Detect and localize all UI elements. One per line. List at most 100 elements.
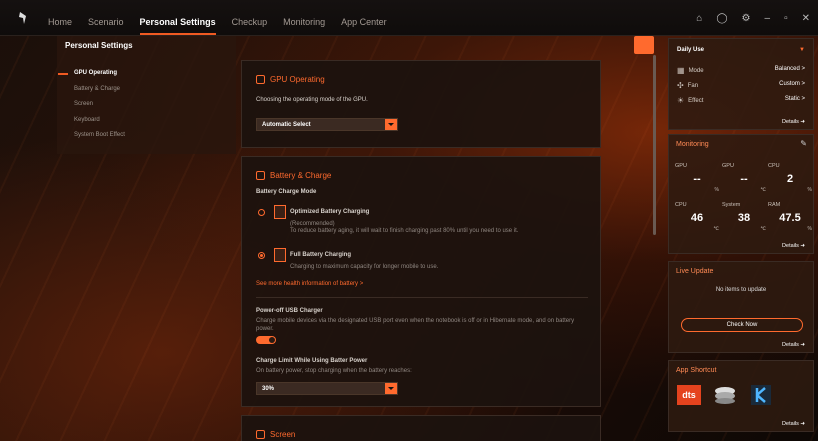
battery-full-icon xyxy=(274,248,286,262)
nav-scenario[interactable]: Scenario xyxy=(88,17,124,27)
battery-section-title: Battery & Charge xyxy=(270,171,332,180)
details-label: Details xyxy=(782,243,799,249)
stat-cpu-temp: CPU 46 ℃ xyxy=(675,202,719,232)
menu-item-battery-charge[interactable]: Battery & Charge xyxy=(74,86,125,102)
live-update-details-link[interactable]: Details ➜ xyxy=(782,342,805,348)
app-shortcut-title: App Shortcut xyxy=(676,367,717,374)
live-update-status: No items to update xyxy=(715,287,767,293)
chevron-down-icon xyxy=(385,119,397,130)
fan-row[interactable]: ✣ Fan Custom > xyxy=(677,81,805,90)
app-shortcut-details-link[interactable]: Details ➜ xyxy=(782,421,805,427)
profile-details-link[interactable]: Details ➜ xyxy=(782,119,805,125)
gpu-icon xyxy=(256,75,265,84)
stat-unit: ℃ xyxy=(713,226,719,232)
nav-checkup[interactable]: Checkup xyxy=(232,17,268,27)
stat-value: -- xyxy=(740,173,748,185)
full-charging-title: Full Battery Charging xyxy=(290,252,352,258)
divider xyxy=(256,297,588,298)
screen-card: Screen xyxy=(241,415,601,441)
stat-value: 46 xyxy=(690,212,704,224)
details-label: Details xyxy=(782,421,799,427)
nav-app-center[interactable]: App Center xyxy=(341,17,387,27)
settings-menu: GPU Operating Battery & Charge Screen Ke… xyxy=(58,70,125,148)
dts-shortcut[interactable]: dts xyxy=(677,385,701,405)
charge-limit-value: 30% xyxy=(262,386,275,392)
sun-icon: ☀ xyxy=(677,96,685,105)
menu-item-system-boot-effect[interactable]: System Boot Effect xyxy=(74,132,125,148)
stat-value: -- xyxy=(693,173,701,185)
app-shortcut-3[interactable] xyxy=(749,385,773,405)
close-icon[interactable]: ✕ xyxy=(802,13,810,24)
check-now-button[interactable]: Check Now xyxy=(681,318,803,332)
battery-icon xyxy=(256,171,265,180)
stat-label: CPU xyxy=(768,163,780,169)
fan-label: Fan xyxy=(687,82,699,89)
chevron-down-icon: ▼ xyxy=(799,47,805,53)
details-label: Details xyxy=(782,119,799,125)
gpu-mode-select[interactable]: Automatic Select xyxy=(256,118,398,131)
stat-label: GPU xyxy=(722,163,734,169)
profile-panel: Daily Use ▼ ▦ Mode Balanced > ✣ Fan Custom… xyxy=(668,38,814,130)
menu-item-screen[interactable]: Screen xyxy=(74,101,125,117)
effect-row[interactable]: ☀ Effect Static > xyxy=(677,96,805,105)
page-title: Personal Settings xyxy=(65,41,133,50)
stat-gpu-usage: GPU --% xyxy=(675,163,719,193)
stat-label: GPU xyxy=(675,163,687,169)
nav-monitoring[interactable]: Monitoring xyxy=(283,17,325,27)
gpu-description: Choosing the operating mode of the GPU. xyxy=(256,97,368,103)
full-charging-radio[interactable] xyxy=(258,252,265,259)
stat-unit: % xyxy=(807,226,812,232)
optimized-charging-recommended: (Recommended) xyxy=(290,221,335,227)
stat-value: 38 xyxy=(737,212,751,224)
stat-unit: ℃ xyxy=(760,226,766,232)
scrollbar[interactable] xyxy=(653,55,656,235)
battery-optimized-icon xyxy=(274,205,286,219)
stat-unit: ℃ xyxy=(760,187,766,193)
stat-label: System xyxy=(722,202,741,208)
gpu-operating-card: GPU Operating Choosing the operating mod… xyxy=(241,60,601,148)
stat-system-temp: System 38 ℃ xyxy=(722,202,766,232)
optimized-charging-radio[interactable] xyxy=(258,209,265,216)
nav-personal-settings[interactable]: Personal Settings xyxy=(139,17,216,35)
screen-icon xyxy=(256,430,265,439)
minimize-icon[interactable]: – xyxy=(765,13,771,24)
stat-label: CPU xyxy=(675,202,687,208)
usb-charger-desc: Charge mobile devices via the designated… xyxy=(256,318,575,332)
effect-label: Effect xyxy=(688,97,704,104)
stat-value: 47.5 xyxy=(779,212,801,224)
panel-collapse-button[interactable] xyxy=(634,36,654,54)
mode-row[interactable]: ▦ Mode Balanced > xyxy=(677,66,805,75)
app-shortcut-2[interactable] xyxy=(713,385,737,405)
headset-icon[interactable]: ◯ xyxy=(716,13,727,24)
maximize-icon[interactable]: ▫ xyxy=(784,13,788,24)
menu-item-gpu-operating[interactable]: GPU Operating xyxy=(58,70,125,86)
profile-select[interactable]: Daily Use ▼ xyxy=(677,47,805,53)
menu-item-keyboard[interactable]: Keyboard xyxy=(74,117,125,133)
charge-limit-title: Charge Limit While Using Batter Power xyxy=(256,358,368,364)
usb-charger-title: Power-off USB Charger xyxy=(256,308,323,314)
nav-home[interactable]: Home xyxy=(48,17,72,27)
monitoring-details-link[interactable]: Details ➜ xyxy=(782,243,805,249)
predator-logo-icon xyxy=(19,12,26,24)
gpu-section-header: GPU Operating xyxy=(256,75,325,84)
fan-value: Custom > xyxy=(779,81,805,87)
optimized-charging-title: Optimized Battery Charging xyxy=(290,209,370,215)
chevron-down-icon xyxy=(385,383,397,394)
charge-limit-select[interactable]: 30% xyxy=(256,382,398,395)
battery-health-link[interactable]: See more health information of battery > xyxy=(256,281,363,287)
profile-icon[interactable]: ⌂ xyxy=(696,13,702,24)
main-nav: Home Scenario Personal Settings Checkup … xyxy=(48,17,387,35)
gear-icon[interactable]: ⚙ xyxy=(742,13,751,24)
usb-charger-toggle[interactable] xyxy=(256,336,276,344)
stat-cpu-usage: CPU 2% xyxy=(768,163,812,193)
stat-value: 2 xyxy=(786,173,794,185)
monitoring-title: Monitoring xyxy=(676,141,709,148)
stack-icon xyxy=(715,387,735,404)
fan-icon: ✣ xyxy=(677,81,684,90)
stat-unit: % xyxy=(714,187,719,193)
k-app-icon xyxy=(751,385,771,405)
mode-label: Mode xyxy=(688,67,704,74)
wrench-icon[interactable]: ✎ xyxy=(800,139,807,148)
full-charging-desc: Charging to maximum capacity for longer … xyxy=(290,264,439,270)
stat-ram-usage: RAM 47.5% xyxy=(768,202,812,232)
